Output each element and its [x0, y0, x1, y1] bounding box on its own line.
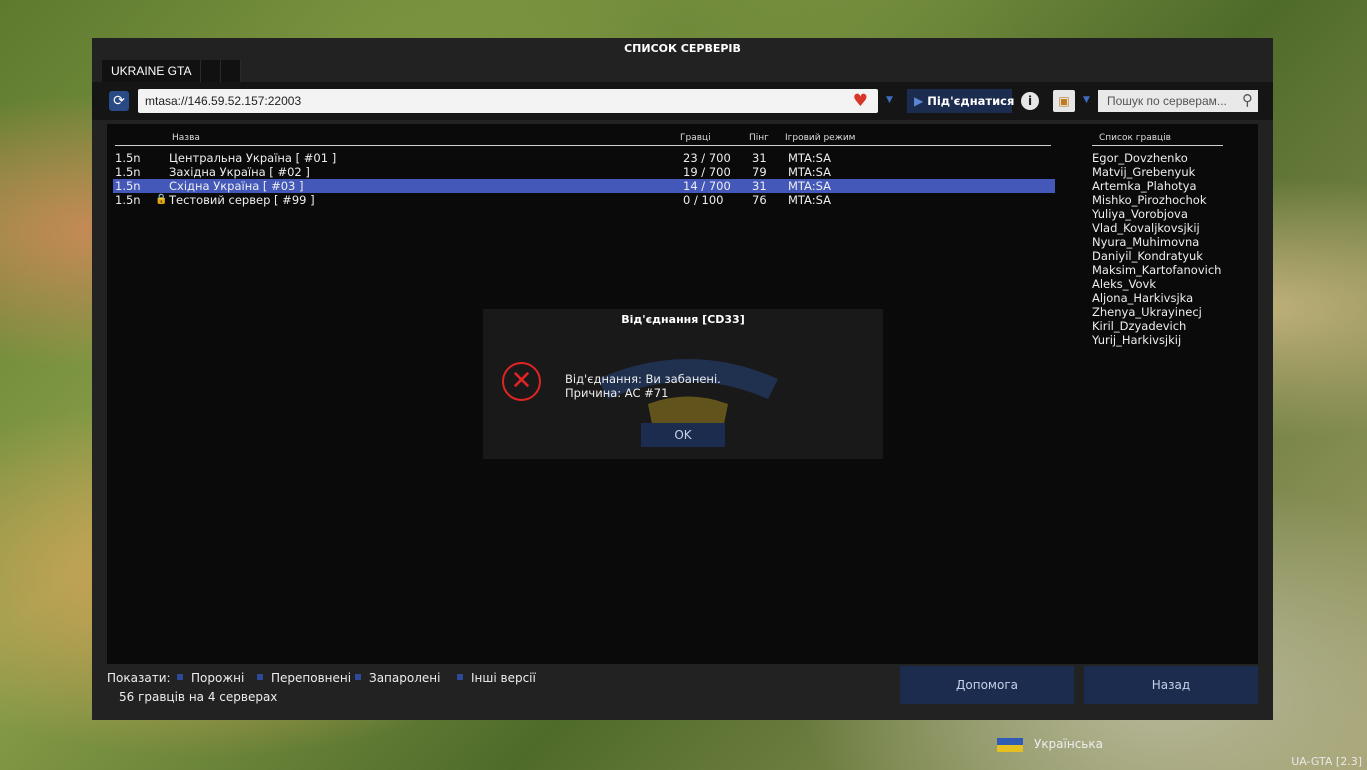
server-players: 0 / 100 [683, 193, 724, 207]
player-name: Vlad_Kovaljkovsjkij [1092, 221, 1200, 235]
info-icon[interactable]: i [1021, 92, 1039, 110]
disconnect-dialog: Від'єднання [CD33] ✕ Від'єднання: Ви заб… [483, 309, 883, 459]
checkbox-icon[interactable] [355, 673, 361, 680]
player-name: Zhenya_Ukrayinecj [1092, 305, 1202, 319]
player-name: Matvij_Grebenyuk [1092, 165, 1196, 179]
error-icon: ✕ [502, 362, 541, 401]
tab-2[interactable] [201, 60, 222, 82]
dialog-message: Від'єднання: Ви забанені. Причина: AC #7… [565, 372, 721, 400]
tab-3[interactable] [221, 60, 242, 82]
player-name: Aleks_Vovk [1092, 277, 1157, 291]
server-players: 19 / 700 [683, 165, 731, 179]
player-name: Kiril_Dzyadevich [1092, 319, 1187, 333]
filter-empty[interactable]: Порожні [177, 671, 244, 685]
server-version: 1.5n [115, 193, 141, 207]
server-gamemode: MTA:SA [788, 179, 831, 193]
filter-other-versions[interactable]: Інші версії [457, 671, 536, 685]
magnifier-icon[interactable]: ⚲ [1242, 91, 1253, 109]
server-ping: 31 [752, 179, 767, 193]
toolbar: ⟳ mtasa://146.59.52.157:22003 ♥ ▼ ▶ Під'є… [92, 82, 1273, 120]
server-version: 1.5n [115, 165, 141, 179]
player-name: Aljona_Harkivsjka [1092, 291, 1194, 305]
table-row[interactable]: 1.5n Тестовий сервер [ #99 ] 0 / 100 76 MTA:… [113, 193, 1055, 207]
dialog-message-line-1: Від'єднання: Ви забанені. [565, 372, 721, 386]
player-name: Mishko_Pirozhochok [1092, 193, 1207, 207]
checkbox-icon[interactable] [457, 673, 463, 680]
connect-button[interactable]: ▶ Під'єднатися [907, 89, 1015, 113]
player-name: Artemka_Plahotya [1092, 179, 1197, 193]
dialog-message-line-2: Причина: AC #71 [565, 386, 669, 400]
window-title: СПИСОК СЕРВЕРІВ [624, 42, 741, 55]
history-dropdown-icon[interactable]: ▼ [886, 95, 893, 105]
ok-button[interactable]: OK [641, 423, 725, 447]
address-text: mtasa://146.59.52.157:22003 [145, 94, 302, 108]
player-name: Maksim_Kartofanovich [1092, 263, 1222, 277]
search-type-icon[interactable]: ▣ [1053, 90, 1075, 112]
version-label: UA-GTA [2.3] [1291, 755, 1362, 768]
server-gamemode: MTA:SA [788, 151, 831, 165]
connect-label: Під'єднатися [927, 94, 1015, 108]
server-ping: 31 [752, 151, 767, 165]
search-placeholder: Пошук по серверам... [1107, 94, 1227, 108]
player-list-divider [1092, 145, 1223, 146]
server-name: Західна Україна [ #02 ] [169, 165, 310, 179]
col-header-gamemode[interactable]: Ігровий режим [785, 133, 855, 143]
back-button[interactable]: Назад [1084, 666, 1258, 704]
player-list-header: Список гравців [1099, 133, 1171, 143]
player-name: Nyura_Muhimovna [1092, 235, 1200, 249]
footer: Показати: Порожні Переповнені Запаролені… [92, 664, 1273, 720]
table-row[interactable]: 1.5n Східна Україна [ #03 ] 14 / 700 31 MTA:… [113, 179, 1055, 193]
header-divider [115, 145, 1051, 146]
tab-bar: UKRAINE GTA [102, 60, 242, 82]
col-header-name[interactable]: Назва [172, 133, 200, 143]
col-header-players[interactable]: Гравці [680, 133, 711, 143]
col-header-ping[interactable]: Пінг [749, 133, 769, 143]
table-row[interactable]: 1.5n Західна Україна [ #02 ] 19 / 700 79 MTA… [113, 165, 1055, 179]
status-text: 56 гравців на 4 серверах [119, 690, 278, 704]
server-version: 1.5n [115, 179, 141, 193]
server-ping: 79 [752, 165, 767, 179]
player-name: Egor_Dovzhenko [1092, 151, 1188, 165]
refresh-icon[interactable]: ⟳ [109, 91, 129, 111]
ukraine-flag-icon [997, 738, 1023, 752]
filter-locked[interactable]: Запаролені [355, 671, 440, 685]
checkbox-icon[interactable] [257, 673, 263, 680]
table-row[interactable]: 1.5n Центральна Україна [ #01 ] 23 / 700 31… [113, 151, 1055, 165]
server-name: Центральна Україна [ #01 ] [169, 151, 337, 165]
checkbox-icon[interactable] [177, 673, 183, 680]
player-name: Yuliya_Vorobjova [1092, 207, 1188, 221]
dialog-title: Від'єднання [CD33] [621, 313, 745, 326]
server-name: Тестовий сервер [ #99 ] [169, 193, 315, 207]
filter-full[interactable]: Переповнені [257, 671, 351, 685]
tab-ukraine-gta[interactable]: UKRAINE GTA [102, 60, 202, 82]
player-name: Daniyil_Kondratyuk [1092, 249, 1203, 263]
server-players: 23 / 700 [683, 151, 731, 165]
server-gamemode: MTA:SA [788, 165, 831, 179]
player-name: Yurij_Harkivsjkij [1092, 333, 1182, 347]
show-filters-label: Показати: [107, 671, 171, 685]
server-players: 14 / 700 [683, 179, 731, 193]
server-version: 1.5n [115, 151, 141, 165]
search-type-dropdown-icon[interactable]: ▼ [1083, 95, 1090, 105]
play-icon: ▶ [914, 94, 924, 108]
help-button[interactable]: Допомога [900, 666, 1074, 704]
search-input[interactable]: Пошук по серверам... ⚲ [1098, 90, 1258, 112]
language-label: Українська [1034, 737, 1103, 751]
server-ping: 76 [752, 193, 767, 207]
address-field[interactable]: mtasa://146.59.52.157:22003 ♥ [138, 89, 878, 113]
lock-icon: 🔒 [155, 194, 168, 205]
server-gamemode: MTA:SA [788, 193, 831, 207]
server-name: Східна Україна [ #03 ] [169, 179, 304, 193]
favorite-heart-icon[interactable]: ♥ [853, 91, 868, 111]
